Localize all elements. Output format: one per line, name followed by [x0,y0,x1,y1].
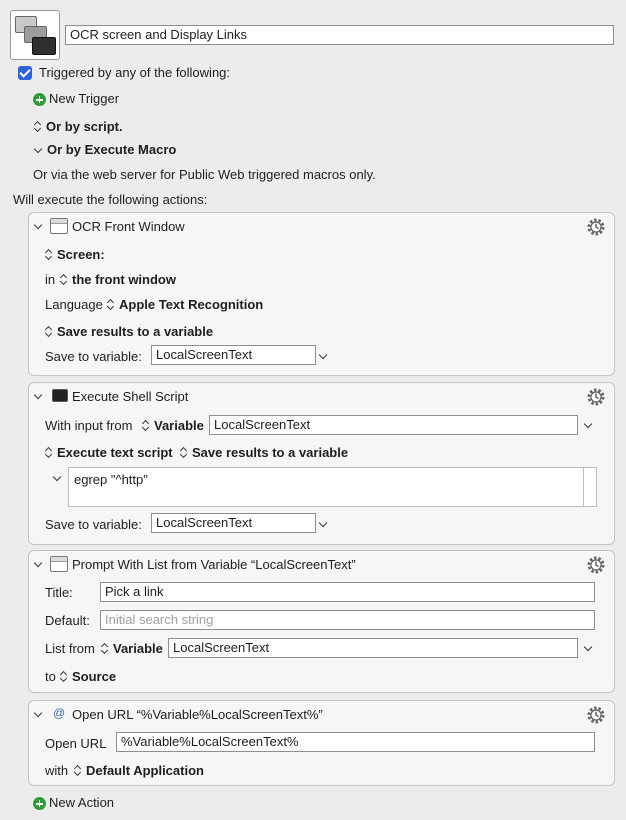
updown-icon [74,765,82,777]
updown-icon [101,643,109,655]
application-selector[interactable]: Default Application [74,763,204,778]
updown-icon [45,326,53,338]
new-trigger-icon[interactable] [33,93,46,106]
save-to-variable-label: Save to variable: [45,349,142,364]
variable-dropdown-icon[interactable] [583,642,593,652]
with-label: with [45,763,69,778]
to-label: to [45,669,56,684]
variable-dropdown-icon[interactable] [583,419,593,429]
save-to-variable-label: Save to variable: [45,517,142,532]
window-selector[interactable]: the front window [60,272,176,287]
chevron-down-icon[interactable] [33,390,43,400]
script-collapse-icon[interactable] [52,472,62,482]
or-by-script-toggle[interactable]: Or by script. [34,119,123,134]
gear-icon[interactable] [586,705,606,725]
web-server-note: Or via the web server for Public Web tri… [33,167,376,182]
updown-icon [142,420,150,432]
url-icon: @ [53,706,66,720]
updown-icon [45,249,53,261]
default-field[interactable]: Initial search string [100,610,595,630]
macro-icon[interactable] [10,10,60,60]
triggered-label: Triggered by any of the following: [39,65,231,80]
script-text: egrep "^http" [74,472,148,487]
url-field[interactable]: %Variable%LocalScreenText% [116,732,595,752]
to-selector[interactable]: Source [60,669,116,684]
chevron-down-icon[interactable] [33,558,43,568]
list-source-selector[interactable]: Variable [101,641,163,656]
save-results-selector[interactable]: Save results to a variable [45,324,213,339]
input-source-label: Variable [154,418,204,433]
new-trigger-link[interactable]: New Trigger [49,91,119,106]
screen-label: Screen: [57,247,105,262]
action-open-url[interactable]: @ Open URL “%Variable%LocalScreenText%” … [28,700,615,786]
chevron-down-icon[interactable] [33,220,43,230]
action-title: Open URL “%Variable%LocalScreenText%” [72,707,323,722]
language-label: Language [45,297,103,312]
chevron-down-icon [33,144,43,154]
list-source-label: Variable [113,641,163,656]
window-icon [50,556,68,572]
new-action-icon[interactable] [33,797,46,810]
save-results-selector[interactable]: Save results to a variable [180,445,348,460]
title-label: Title: [45,585,73,600]
save-results-label: Save results to a variable [57,324,214,339]
application-label: Default Application [86,763,204,778]
save-to-variable-field[interactable]: LocalScreenText [151,513,316,533]
gear-icon[interactable] [586,217,606,237]
new-action-link[interactable]: New Action [49,795,114,810]
chevron-down-icon[interactable] [33,708,43,718]
updown-icon [107,299,115,311]
action-title: Prompt With List from Variable “LocalScr… [72,557,356,572]
window-icon [50,218,68,234]
variable-dropdown-icon[interactable] [318,518,328,528]
or-by-execute-macro-label: Or by Execute Macro [47,142,177,157]
macro-name-field[interactable]: OCR screen and Display Links [65,25,614,45]
action-execute-shell-script[interactable]: Execute Shell Script With input from Var… [28,382,615,545]
to-value-label: Source [72,669,117,684]
updown-icon [34,121,42,133]
or-by-script-label: Or by script. [46,119,123,134]
in-label: in [45,272,56,287]
input-variable-field[interactable]: LocalScreenText [209,415,578,435]
execute-text-script-label: Execute text script [57,445,173,460]
language-value: Apple Text Recognition [119,297,264,312]
gear-icon[interactable] [586,387,606,407]
save-to-variable-field[interactable]: LocalScreenText [151,345,316,365]
updown-icon [180,447,188,459]
will-execute-label: Will execute the following actions: [13,192,208,207]
gear-icon[interactable] [586,555,606,575]
updown-icon [60,671,68,683]
updown-icon [60,274,68,286]
list-variable-field[interactable]: LocalScreenText [168,638,578,658]
or-by-execute-macro-toggle[interactable]: Or by Execute Macro [33,142,177,157]
script-editor[interactable]: egrep "^http" [68,467,597,507]
list-from-label: List from [45,641,95,656]
action-title: Execute Shell Script [72,389,189,404]
title-field[interactable]: Pick a link [100,582,595,602]
default-label: Default: [45,613,90,628]
updown-icon [45,447,53,459]
action-ocr-front-window[interactable]: OCR Front Window Screen: in the front wi… [28,212,615,376]
triggered-checkbox[interactable] [18,66,32,80]
execute-text-script-selector[interactable]: Execute text script [45,445,173,460]
save-results-label: Save results to a variable [192,445,349,460]
window-selector-label: the front window [72,272,176,287]
variable-dropdown-icon[interactable] [318,350,328,360]
language-selector[interactable]: Apple Text Recognition [107,297,263,312]
input-source-selector[interactable]: Variable [142,418,204,433]
terminal-icon [52,389,68,402]
input-from-label: With input from [45,418,133,433]
action-prompt-with-list[interactable]: Prompt With List from Variable “LocalScr… [28,550,615,693]
script-scrollbar[interactable] [583,468,584,506]
open-url-label: Open URL [45,736,107,751]
action-title: OCR Front Window [72,219,185,234]
screen-selector[interactable]: Screen: [45,247,105,262]
